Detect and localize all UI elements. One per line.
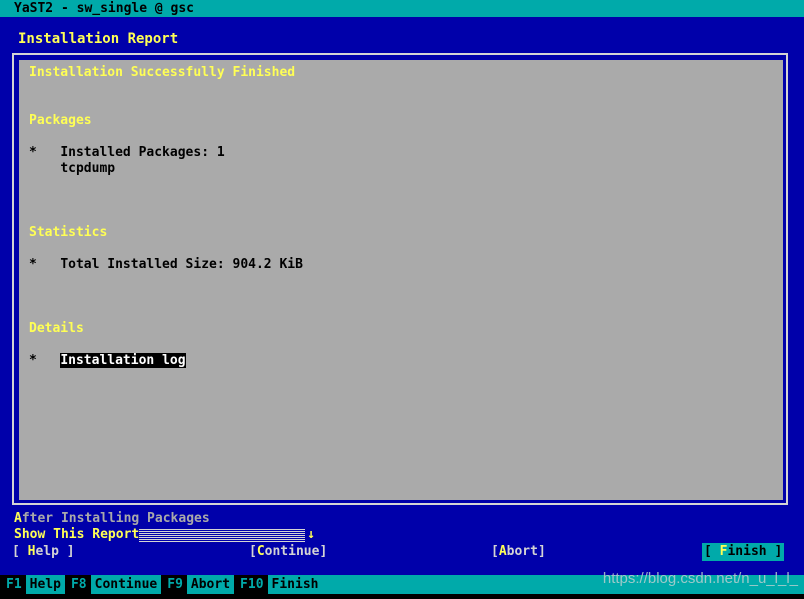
- bullet-installation-log[interactable]: * Installation log: [19, 353, 783, 369]
- fkey-f9-number: F9: [161, 575, 187, 594]
- fkey-f8-number: F8: [64, 575, 91, 594]
- continue-button[interactable]: [Continue]: [249, 544, 327, 560]
- finish-label: inish: [727, 544, 767, 559]
- abort-label: bort: [506, 544, 538, 559]
- status-heading: Installation Successfully Finished: [29, 65, 296, 80]
- help-open-bracket: [: [12, 544, 28, 559]
- bullet-total-installed-size: * Total Installed Size: 904.2 KiB: [19, 257, 783, 273]
- terminal-screen: YaST2 - sw_single @ gsc Installation Rep…: [0, 0, 804, 599]
- fkey-f10-number: F10: [234, 575, 268, 594]
- package-name: tcpdump: [60, 161, 116, 176]
- button-row: [ Help ] [Continue] [Abort] [ Finish ]: [0, 543, 804, 562]
- bullet-gap: [37, 257, 60, 272]
- package-indent: [29, 161, 60, 176]
- watermark-text: https://blog.csdn.net/n_u_l_l_: [602, 570, 798, 587]
- abort-button[interactable]: [Abort]: [491, 544, 546, 560]
- group-label-hotkey: A: [14, 511, 22, 526]
- help-close-bracket: ]: [58, 544, 75, 559]
- bullet-marker-icon: *: [29, 257, 37, 272]
- after-installing-packages-label: After Installing Packages: [14, 511, 210, 527]
- fkey-f9-label[interactable]: Abort: [186, 575, 235, 594]
- bullet-installed-packages: * Installed Packages: 1: [19, 145, 783, 161]
- finish-close-bracket: ]: [766, 544, 783, 559]
- show-this-report-combo-row[interactable]: Show This Report ↓: [14, 527, 315, 543]
- section-heading-statistics: Statistics: [29, 225, 108, 240]
- fkey-f1-label[interactable]: Help: [25, 575, 65, 594]
- abort-hotkey: A: [498, 544, 507, 559]
- continue-hotkey: C: [256, 544, 265, 559]
- show-this-report-label: Show This Report: [14, 527, 140, 542]
- section-heading-packages: Packages: [29, 113, 92, 128]
- continue-label: ontinue: [264, 544, 320, 559]
- installation-log-link[interactable]: Installation log: [60, 353, 186, 368]
- bullet-gap: [37, 145, 60, 160]
- fkey-f1-number: F1: [0, 575, 26, 594]
- bullet-marker-icon: *: [29, 145, 37, 160]
- abort-close-bracket: ]: [537, 544, 546, 559]
- fkey-f8-label[interactable]: Continue: [90, 575, 162, 594]
- screen-bottom-edge: [0, 594, 804, 599]
- bullet-text: Total Installed Size: 904.2 KiB: [60, 257, 303, 272]
- continue-close-bracket: ]: [319, 544, 328, 559]
- bullet-marker-icon: *: [29, 353, 37, 368]
- window-titlebar: YaST2 - sw_single @ gsc: [0, 0, 804, 17]
- abort-open-bracket: [: [491, 544, 499, 559]
- bullet-gap: [37, 353, 60, 368]
- finish-open-bracket: [: [704, 544, 720, 559]
- show-this-report-input[interactable]: [139, 527, 306, 543]
- section-heading-details: Details: [29, 321, 84, 336]
- continue-open-bracket: [: [249, 544, 257, 559]
- page-title: Installation Report: [18, 31, 179, 47]
- group-label-rest: fter Installing Packages: [21, 511, 210, 526]
- fkey-f10-label[interactable]: Finish: [267, 575, 323, 594]
- package-name-line: tcpdump: [19, 161, 783, 177]
- help-label: elp: [35, 544, 59, 559]
- installation-report-panel[interactable]: Installation Successfully Finished Packa…: [19, 60, 783, 500]
- finish-button[interactable]: [ Finish ]: [702, 543, 785, 561]
- bullet-text: Installed Packages: 1: [60, 145, 225, 160]
- chevron-down-icon[interactable]: ↓: [307, 527, 315, 543]
- help-button[interactable]: [ Help ]: [12, 544, 75, 560]
